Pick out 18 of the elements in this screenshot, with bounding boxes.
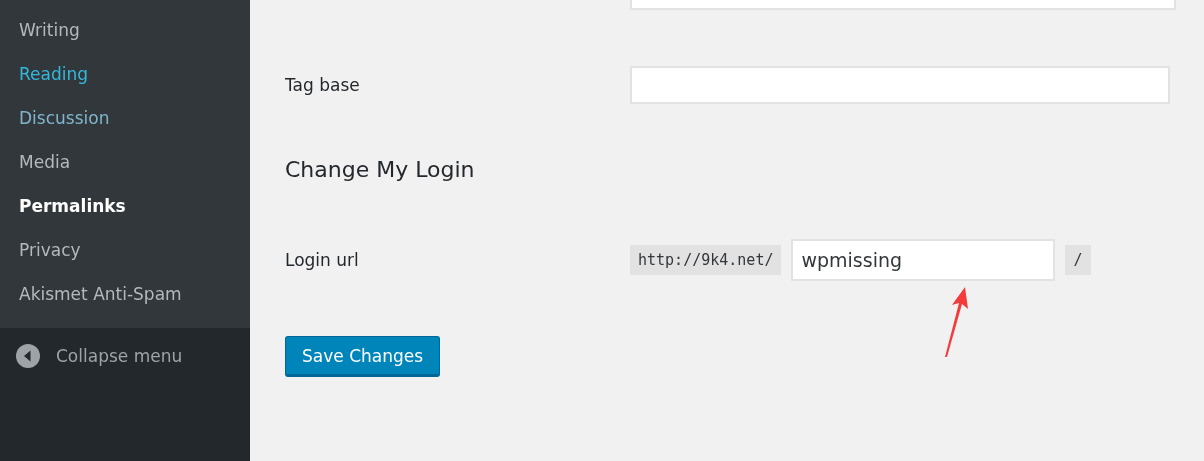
sidebar-item[interactable]: Writing bbox=[0, 8, 250, 52]
sidebar-item[interactable]: Akismet Anti-Spam bbox=[0, 272, 250, 316]
field-label: Login url bbox=[285, 250, 360, 270]
sidebar-item[interactable]: Media bbox=[0, 140, 250, 184]
sidebar-item[interactable]: Reading bbox=[0, 52, 250, 96]
text-field[interactable] bbox=[630, 66, 1170, 104]
collapse-icon bbox=[16, 344, 40, 368]
login-slug-field[interactable]: wpmissing bbox=[791, 239, 1056, 281]
field-label: Tag base bbox=[285, 75, 361, 95]
save-button[interactable]: Save Changes bbox=[285, 336, 441, 377]
section-title: Change My Login bbox=[285, 156, 476, 184]
sidebar-item[interactable]: Privacy bbox=[0, 228, 250, 272]
url-prefix: http://9k4.net/ bbox=[630, 245, 782, 275]
text-field[interactable] bbox=[630, 0, 1176, 10]
sidebar-item[interactable]: Permalinks bbox=[0, 184, 250, 228]
url-suffix: / bbox=[1065, 245, 1091, 275]
collapse-menu-button[interactable]: Collapse menu bbox=[0, 328, 250, 384]
sidebar-item[interactable]: Discussion bbox=[0, 96, 250, 140]
